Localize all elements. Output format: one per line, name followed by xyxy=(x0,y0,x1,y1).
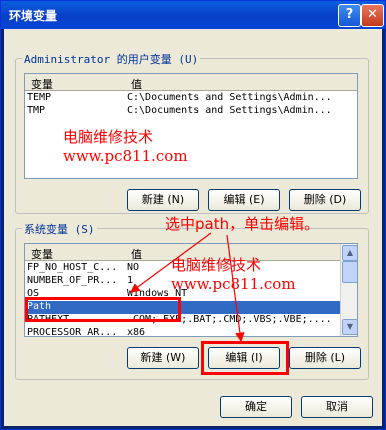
arrow-to-path xyxy=(130,232,212,293)
annotation-arrows xyxy=(130,232,245,343)
environment-variables-dialog: 环境变量 ? ✕ Administrator 的用户变量 (U) 变量 值 TE… xyxy=(0,0,386,430)
arrow-to-edit xyxy=(226,234,245,343)
